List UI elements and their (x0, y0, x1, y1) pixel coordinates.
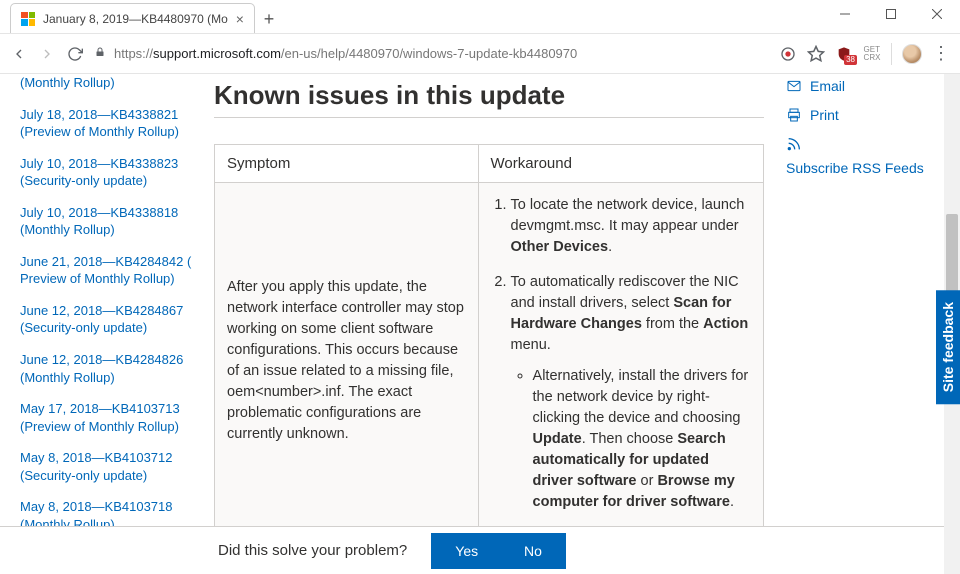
divider (214, 117, 764, 118)
sidebar-item[interactable]: May 8, 2018—KB4103718 (Monthly Rollup) (20, 498, 196, 526)
chrome-menu-icon[interactable]: ⋮ (932, 43, 950, 64)
profile-avatar[interactable] (902, 44, 922, 64)
sidebar-item[interactable]: June 12, 2018—KB4284826 (Monthly Rollup) (20, 351, 196, 386)
extension-icon-1[interactable] (779, 45, 797, 63)
action-rail: Email Print Subscribe RSS Feeds (774, 74, 944, 526)
section-heading: Known issues in this update (214, 80, 764, 111)
sidebar-item[interactable]: June 21, 2018—KB4284842 ( Preview of Mon… (20, 253, 196, 288)
lock-icon (94, 46, 106, 61)
microsoft-favicon (21, 12, 35, 26)
close-tab-icon[interactable]: × (236, 11, 244, 27)
print-link[interactable]: Print (786, 107, 944, 124)
workaround-step-1: To locate the network device, launch dev… (511, 195, 751, 258)
print-icon (786, 107, 802, 123)
sidebar-item[interactable]: July 10, 2018—KB4338823 (Security-only u… (20, 155, 196, 190)
sidebar-item[interactable]: July 18, 2018—KB4338821 (Preview of Mont… (20, 106, 196, 141)
sidebar-item[interactable]: July 10, 2018—KB4338818 (Monthly Rollup) (20, 204, 196, 239)
back-button[interactable] (10, 45, 28, 63)
browser-tab[interactable]: January 8, 2019—KB4480970 (Mo × (10, 3, 255, 33)
rss-link[interactable]: Subscribe RSS Feeds (786, 136, 944, 177)
no-button[interactable]: No (500, 533, 566, 569)
rss-icon (786, 136, 802, 152)
ublock-badge: 38 (844, 55, 857, 65)
bookmark-star-icon[interactable] (807, 45, 825, 63)
sidebar-item[interactable]: (Monthly Rollup) (20, 74, 196, 92)
feedback-footer: Did this solve your problem? Yes No (0, 526, 944, 574)
article-nav-sidebar: (Monthly Rollup) July 18, 2018—KB4338821… (0, 74, 210, 526)
th-symptom: Symptom (215, 145, 479, 183)
yes-button[interactable]: Yes (431, 533, 502, 569)
browser-titlebar: January 8, 2019—KB4480970 (Mo × + (0, 0, 960, 34)
separator (891, 43, 892, 65)
th-workaround: Workaround (478, 145, 763, 183)
window-controls (822, 0, 960, 33)
url-box[interactable]: https://support.microsoft.com/en-us/help… (94, 46, 769, 61)
sidebar-item[interactable]: June 12, 2018—KB4284867 (Security-only u… (20, 302, 196, 337)
address-bar: https://support.microsoft.com/en-us/help… (0, 34, 960, 74)
known-issues-table: Symptom Workaround After you apply this … (214, 144, 764, 526)
email-link[interactable]: Email (786, 78, 944, 95)
sidebar-item[interactable]: May 8, 2018—KB4103712 (Security-only upd… (20, 449, 196, 484)
reload-button[interactable] (66, 45, 84, 63)
main-content: Known issues in this update Symptom Work… (210, 74, 774, 526)
workaround-step-2: To automatically rediscover the NIC and … (511, 272, 751, 513)
new-tab-button[interactable]: + (255, 5, 283, 33)
footer-question: Did this solve your problem? (218, 542, 407, 559)
maximize-button[interactable] (868, 0, 914, 29)
tab-title: January 8, 2019—KB4480970 (Mo (43, 12, 228, 26)
site-feedback-tab[interactable]: Site feedback (936, 290, 960, 404)
forward-button[interactable] (38, 45, 56, 63)
workaround-cell: To locate the network device, launch dev… (478, 183, 763, 527)
get-crx-icon[interactable]: GETCRX (863, 45, 881, 63)
minimize-button[interactable] (822, 0, 868, 29)
close-window-button[interactable] (914, 0, 960, 29)
workaround-step-2a: Alternatively, install the drivers for t… (533, 366, 751, 513)
sidebar-item[interactable]: May 17, 2018—KB4103713 (Preview of Month… (20, 400, 196, 435)
ublock-icon[interactable]: 38 (835, 45, 853, 63)
symptom-cell: After you apply this update, the network… (215, 183, 479, 527)
email-icon (786, 78, 802, 94)
url-text: https://support.microsoft.com/en-us/help… (114, 46, 577, 61)
